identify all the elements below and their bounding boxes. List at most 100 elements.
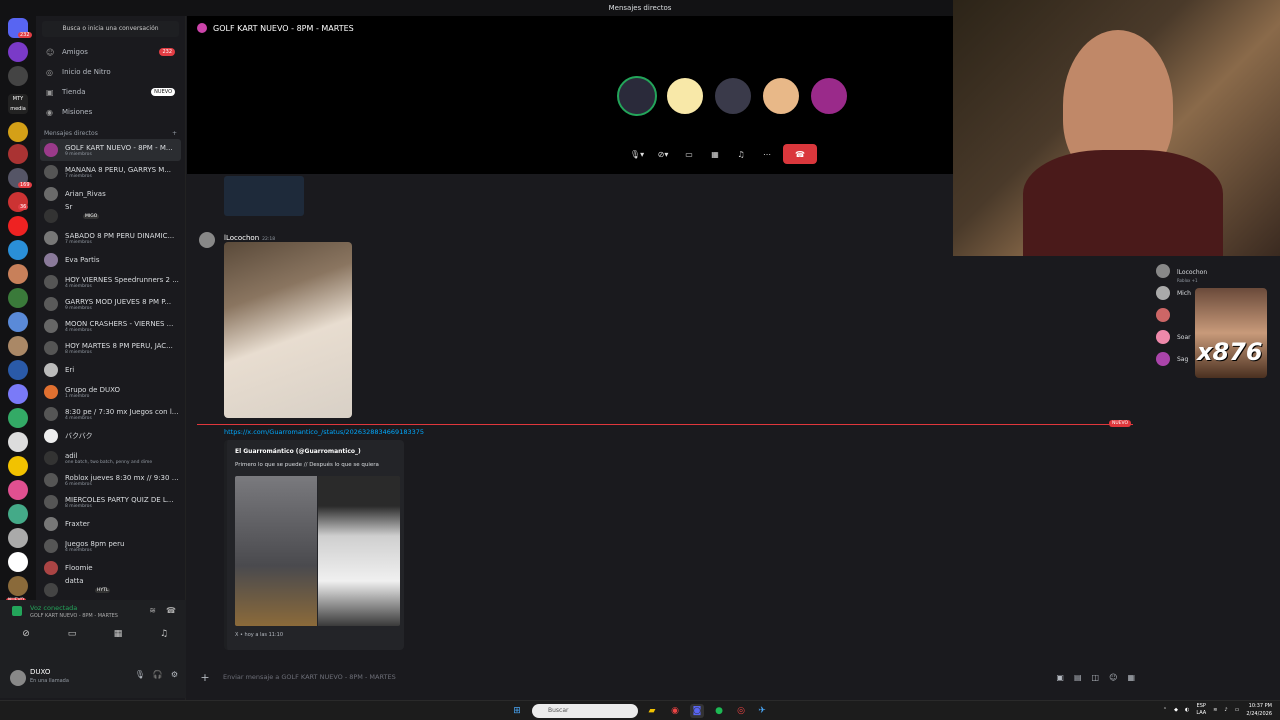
soundboard-button[interactable]: ♫: [146, 626, 182, 642]
more-button[interactable]: ⋯: [757, 144, 777, 164]
participant-avatar[interactable]: [713, 76, 753, 116]
server-icon[interactable]: [8, 264, 28, 284]
previous-image-attachment[interactable]: [224, 176, 304, 216]
gift-icon[interactable]: ▣: [1056, 673, 1064, 682]
participant-avatar[interactable]: [761, 76, 801, 116]
language-indicator[interactable]: ESP LAA: [1196, 703, 1206, 717]
mic-icon[interactable]: 🎙: [135, 670, 145, 679]
dm-item[interactable]: GOLF KART NUEVO - 8PM - M... 9 miembros: [40, 139, 181, 161]
embed-image[interactable]: [235, 476, 317, 626]
avatar[interactable]: [10, 670, 26, 686]
chevron-up-icon[interactable]: ⌃: [1163, 707, 1167, 713]
photo-attachment[interactable]: [224, 242, 352, 418]
avatar[interactable]: [199, 232, 215, 248]
activities-button[interactable]: ▦: [100, 626, 136, 642]
embed-image[interactable]: [318, 476, 400, 626]
server-icon[interactable]: [8, 552, 28, 572]
dm-item[interactable]: MOON CRASHERS - VIERNES ... 4 miembros: [36, 315, 185, 337]
disconnect-icon[interactable]: ☎: [166, 606, 176, 615]
wifi-icon[interactable]: ≋: [1213, 707, 1217, 713]
server-icon[interactable]: [8, 528, 28, 548]
participant-avatar[interactable]: [665, 76, 705, 116]
server-icon[interactable]: [8, 66, 28, 86]
hang-up-button[interactable]: ☎: [783, 144, 817, 164]
app-icon[interactable]: ◎: [734, 704, 748, 718]
share-screen-button[interactable]: ▭: [54, 626, 90, 642]
battery-icon[interactable]: ▭: [1235, 707, 1240, 713]
activities-button[interactable]: ▦: [705, 144, 725, 164]
author-name[interactable]: lLocochon: [224, 234, 259, 242]
headset-icon[interactable]: 🎧: [153, 670, 163, 679]
volume-icon[interactable]: ♪: [1224, 707, 1227, 713]
voice-channel[interactable]: GOLF KART NUEVO - 8PM - MARTES: [30, 613, 118, 619]
chrome-icon[interactable]: ◉: [668, 704, 682, 718]
spotify-icon[interactable]: ●: [712, 704, 726, 718]
dm-item[interactable]: Grupo de DUXO 1 miembro: [36, 381, 185, 403]
camera-off-button[interactable]: ⊘: [8, 626, 44, 642]
clock[interactable]: 10:37 PM 2/24/2026: [1246, 702, 1272, 718]
server-icon[interactable]: [8, 288, 28, 308]
nav-quests[interactable]: ◉ Misiones: [36, 102, 185, 122]
dm-item[interactable]: GARRYS MOD JUEVES 8 PM P... 9 miembros: [36, 293, 185, 315]
nav-shop[interactable]: ▣ Tienda NUEVO: [36, 82, 185, 102]
sticker-icon[interactable]: ◫: [1092, 673, 1100, 682]
noise-suppression-icon[interactable]: ≋: [149, 606, 156, 615]
soundboard-button[interactable]: ♫: [731, 144, 751, 164]
server-icon[interactable]: [8, 408, 28, 428]
server-icon[interactable]: [8, 432, 28, 452]
mty-server-icon[interactable]: MTY media: [8, 94, 28, 114]
dm-item[interactable]: Eva Partis: [36, 249, 185, 271]
embed-author[interactable]: El Guarromántico (@Guarromantico_): [235, 448, 361, 455]
nav-nitro[interactable]: ◎ Inicio de Nitro: [36, 62, 185, 82]
file-explorer-icon[interactable]: ▰: [645, 704, 659, 718]
server-icon[interactable]: [8, 42, 28, 62]
server-icon[interactable]: [8, 144, 28, 164]
gear-icon[interactable]: ⚙: [171, 670, 178, 679]
dm-item[interactable]: adil one batch, two batch, penny and dime: [36, 447, 185, 469]
dm-item[interactable]: MAÑANA 8 PERU, GARRYS M... 7 miembros: [36, 161, 185, 183]
dm-item[interactable]: MIERCOLES PARTY QUIZ DE L... 8 miembros: [36, 491, 185, 513]
mic-toggle-button[interactable]: 🎙▾: [627, 144, 647, 164]
server-icon[interactable]: [8, 122, 28, 142]
dm-item[interactable]: HOY MARTES 8 PM PERU, JAC... 8 miembros: [36, 337, 185, 359]
taskbar-search-input[interactable]: Buscar: [532, 704, 638, 718]
server-icon[interactable]: [8, 504, 28, 524]
gif-icon[interactable]: ▤: [1074, 673, 1082, 682]
server-icon[interactable]: [8, 312, 28, 332]
server-icon[interactable]: [8, 384, 28, 404]
server-icon[interactable]: [8, 456, 28, 476]
member-item[interactable]: lLocochon Roblox +1: [1150, 260, 1280, 283]
server-icon[interactable]: [8, 480, 28, 500]
apps-icon[interactable]: ▦: [1127, 673, 1135, 682]
dm-item[interactable]: Eri: [36, 359, 185, 381]
dm-item[interactable]: Roblox jueves 8:30 mx // 9:30 pe 6 miembr…: [36, 469, 185, 491]
server-icon[interactable]: [8, 336, 28, 356]
discord-taskbar-icon[interactable]: ◙: [690, 704, 704, 718]
add-dm-icon[interactable]: +: [172, 130, 177, 137]
participant-avatar[interactable]: [617, 76, 657, 116]
participant-avatar[interactable]: [809, 76, 849, 116]
dm-item[interactable]: Sr MIGO: [36, 203, 185, 227]
server-icon[interactable]: [8, 576, 28, 596]
dm-item[interactable]: datta HYTL: [36, 577, 185, 601]
message-link[interactable]: https://x.com/Guarromantico_/status/2026…: [224, 428, 424, 436]
dm-item[interactable]: バクバク: [36, 425, 185, 447]
dm-search-input[interactable]: Busca o inicia una conversación: [42, 21, 179, 37]
share-screen-button[interactable]: ▭: [679, 144, 699, 164]
dm-item[interactable]: SABADO 8 PM PERU DINAMIC... 7 miembros: [36, 227, 185, 249]
emoji-icon[interactable]: ☺: [1109, 673, 1117, 682]
dm-item[interactable]: Fraxter: [36, 513, 185, 535]
tray-icon[interactable]: ◐: [1185, 707, 1189, 713]
windows-start-icon[interactable]: ⊞: [510, 704, 524, 718]
dm-item[interactable]: Juegos 8pm peru 4 miembros: [36, 535, 185, 557]
message-input[interactable]: Enviar mensaje a GOLF KART NUEVO - 8PM -…: [223, 673, 396, 681]
server-icon[interactable]: [8, 360, 28, 380]
server-icon[interactable]: [8, 240, 28, 260]
username[interactable]: DUXO: [30, 668, 50, 676]
tray-icon[interactable]: ◆: [1174, 707, 1178, 713]
dm-item[interactable]: 8:30 pe / 7:30 mx Juegos con l... 4 miemb…: [36, 403, 185, 425]
camera-toggle-button[interactable]: ⊘▾: [653, 144, 673, 164]
app-icon[interactable]: ✈: [755, 704, 769, 718]
dm-item[interactable]: HOY VIERNES Speedrunners 2 ... 4 miembros: [36, 271, 185, 293]
add-attachment-button[interactable]: +: [195, 671, 215, 684]
